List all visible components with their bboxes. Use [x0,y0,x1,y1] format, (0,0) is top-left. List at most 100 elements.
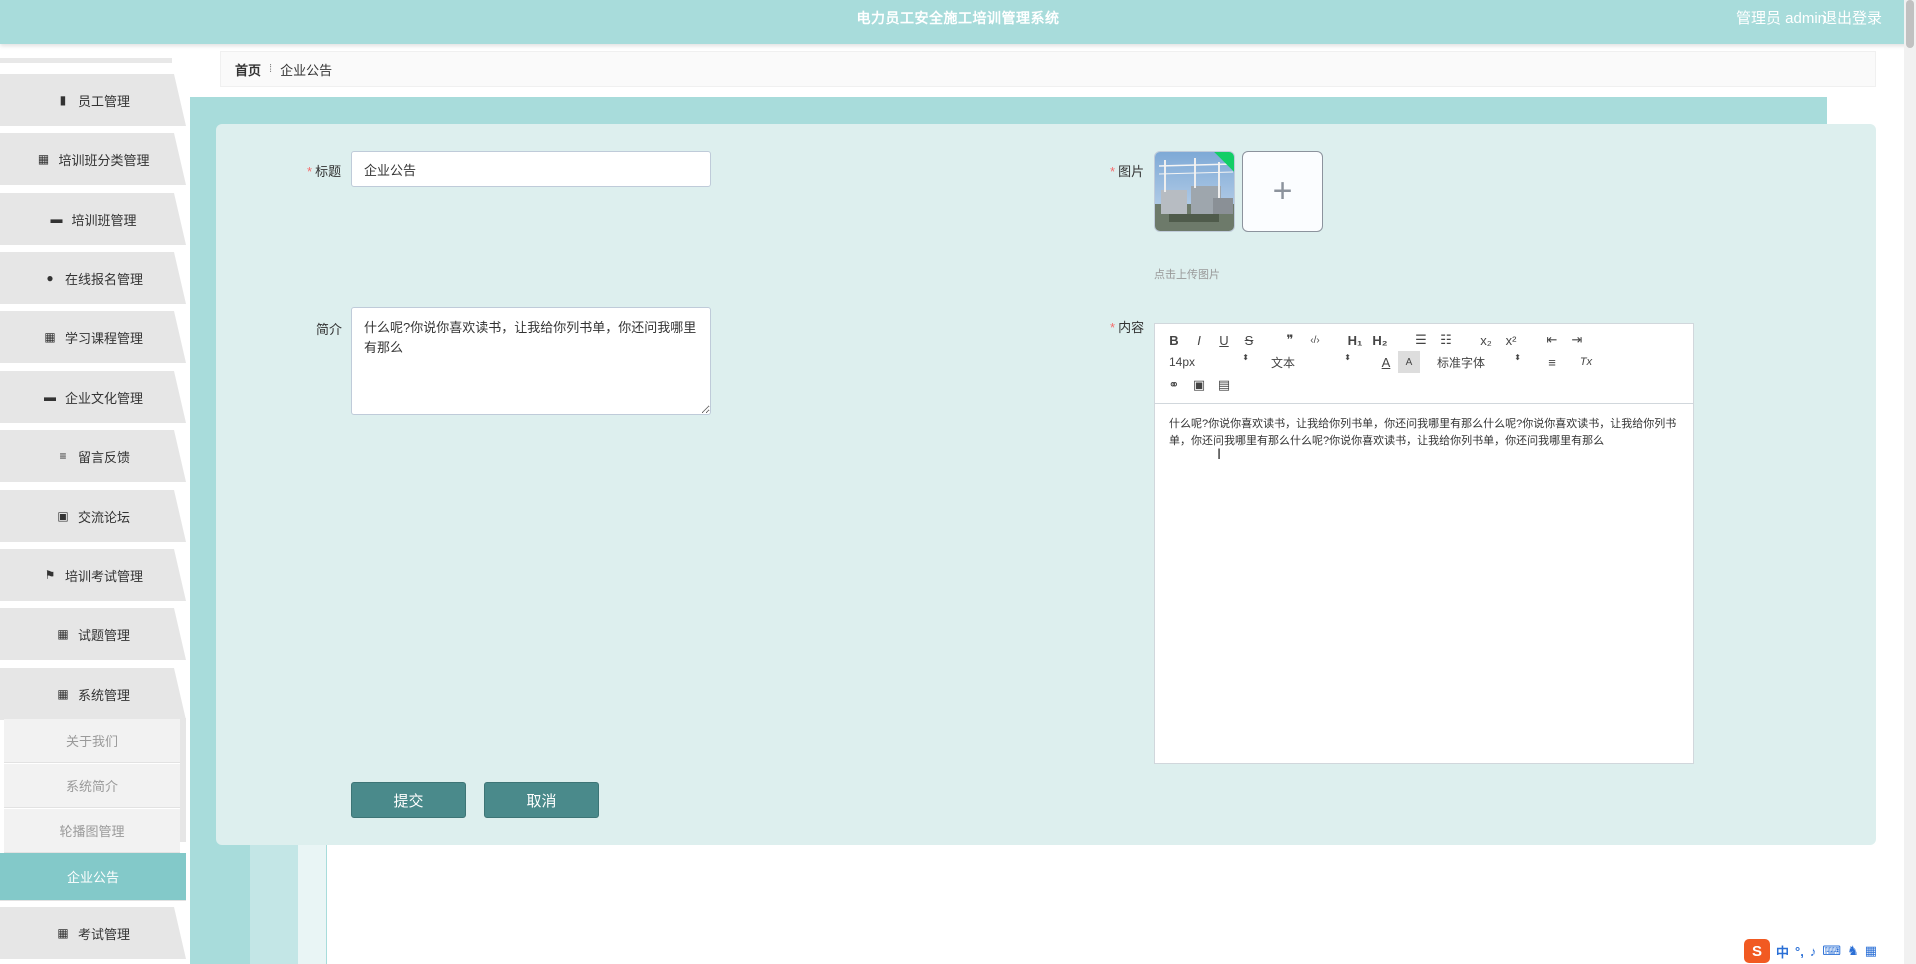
sidebar-item-label: 考试管理 [77,926,130,942]
current-user: 管理员 admin [1735,10,1826,27]
flag-icon: ⚑ [44,568,56,582]
indent-button[interactable]: ⇥ [1566,329,1588,351]
page-scrollbar[interactable] [1904,0,1916,964]
image-label: * 图片 [1110,164,1145,179]
bar-chart-icon: ▮ [59,93,67,107]
keyboard-icon[interactable]: ⌨ [1822,943,1841,959]
font-size-select[interactable]: 14px ⬍ [1169,351,1249,373]
title-input[interactable] [351,151,711,187]
grid-icon: ▦ [44,330,56,344]
sidebar-item-label: 交流论坛 [77,509,130,525]
subscript-button[interactable]: x₂ [1475,329,1497,351]
grid-icon: ▦ [37,152,50,166]
select-arrow-icon: ⬍ [1514,353,1521,362]
top-bar: 电力员工安全施工培训管理系统 管理员 admin 退出登录 [0,0,1916,44]
monitor-icon: ▬ [43,390,56,404]
sidebar-item-course[interactable]: ▦ 学习课程管理 [0,311,186,363]
sidebar-item-label: 试题管理 [77,627,130,643]
editor-toolbar: B I U S ❞ ‹/› H₁ H₂ ☰ ☷ x₂ x² ⇤ ⇥ 14px ⬍ … [1155,324,1693,404]
logout-link[interactable]: 退出登录 [1822,7,1882,28]
video-button[interactable]: ▤ [1213,374,1235,396]
sidebar-item-registration[interactable]: ● 在线报名管理 [0,252,186,304]
bullet-list-button[interactable]: ☷ [1435,329,1457,351]
decor-stripe [250,840,298,964]
blockquote-button[interactable]: ❞ [1279,329,1301,351]
substation-photo [1155,152,1234,231]
submenu-item-announcement[interactable]: 企业公告 [0,853,186,901]
submenu-item-about[interactable]: 关于我们 [4,719,180,763]
header1-button[interactable]: H₁ [1344,329,1366,351]
text-color-button[interactable]: A [1375,351,1397,373]
header2-button[interactable]: H₂ [1369,329,1391,351]
content-label: * 内容 [1110,320,1145,335]
sidebar-item-system[interactable]: ▦ 系统管理 [0,668,186,720]
sidebar-item-training-class[interactable]: ▬ 培训班管理 [0,193,186,245]
intro-textarea[interactable]: 什么呢?你说你喜欢读书，让我给你列书单，你还问我哪里有那么 [351,307,711,415]
sidebar-item-exam-training[interactable]: ⚑ 培训考试管理 [0,549,186,601]
sidebar-item-culture[interactable]: ▬ 企业文化管理 [0,371,186,423]
bold-button[interactable]: B [1163,329,1185,351]
decor-stripe [190,97,1827,127]
ime-tools-icon[interactable]: ▦ [1865,943,1877,959]
select-arrow-icon: ⬍ [1344,353,1351,362]
clean-format-button[interactable]: Tx [1575,351,1597,373]
breadcrumb-current: 企业公告 [280,62,333,78]
scrollbar-thumb[interactable] [1906,0,1914,48]
sidebar-item-label: 在线报名管理 [64,271,143,287]
editor-content[interactable]: 什么呢?你说你喜欢读书，让我给你列书单，你还问我哪里有那么什么呢?你说你喜欢读书… [1155,404,1693,462]
sidebar-item-label: 学习课程管理 [64,330,143,346]
image-upload-button[interactable]: + [1242,151,1323,232]
background-color-button[interactable]: A [1398,351,1420,373]
sogou-logo-icon[interactable]: S [1744,939,1770,963]
sidebar-item-forum[interactable]: ▣ 交流论坛 [0,490,186,542]
sidebar-item-feedback[interactable]: ≡ 留言反馈 [0,430,186,482]
superscript-button[interactable]: x² [1500,329,1522,351]
ime-chinese-mode[interactable]: 中 [1776,942,1789,961]
header-select[interactable]: 文本 ⬍ [1271,351,1351,373]
sidebar-item-label: 员工管理 [77,93,130,109]
sidebar-item-label: 培训班管理 [71,212,137,228]
user-icon: ● [46,271,54,285]
sidebar-item-label: 留言反馈 [77,449,130,465]
content-editor[interactable]: B I U S ❞ ‹/› H₁ H₂ ☰ ☷ x₂ x² ⇤ ⇥ 14px ⬍ … [1154,323,1694,764]
sidebar-item-label: 培训考试管理 [64,568,143,584]
cancel-button[interactable]: 取消 [484,782,599,818]
uploaded-image-thumbnail[interactable] [1154,151,1235,232]
code-block-button[interactable]: ‹/› [1304,329,1326,351]
clipboard-icon: ▣ [57,509,69,523]
breadcrumb-home[interactable]: 首页 [235,60,261,79]
select-arrow-icon: ⬍ [1242,353,1249,362]
skin-icon[interactable]: ♞ [1847,943,1859,959]
sidebar-item-class-category[interactable]: ▦ 培训班分类管理 [0,133,186,185]
submenu-item-intro[interactable]: 系统简介 [4,764,180,808]
decor-stripe [298,845,326,964]
strike-button[interactable]: S [1238,329,1260,351]
align-button[interactable]: ≡ [1541,351,1563,373]
ime-toolbar[interactable]: S 中 °, ♪ ⌨ ♞ ▦ [1740,938,1916,964]
text-cursor-icon: Ⅰ [1217,446,1222,462]
link-button[interactable]: ⚭ [1163,374,1185,396]
sidebar-item-questions[interactable]: ▦ 试题管理 [0,608,186,660]
sidebar-divider [0,58,172,63]
submit-button[interactable]: 提交 [351,782,466,818]
outdent-button[interactable]: ⇤ [1541,329,1563,351]
ordered-list-button[interactable]: ☰ [1410,329,1432,351]
title-label: * 标题 [307,164,342,179]
breadcrumb-separator: ⁞ [269,63,273,75]
font-family-select[interactable]: 标准字体 ⬍ [1437,351,1521,373]
submenu-rail [180,718,186,842]
required-mark: * [1110,320,1116,335]
italic-button[interactable]: I [1188,329,1210,351]
image-button[interactable]: ▣ [1188,374,1210,396]
sidebar-item-exam[interactable]: ▦ 考试管理 [0,907,186,959]
underline-button[interactable]: U [1213,329,1235,351]
microphone-icon[interactable]: ♪ [1810,944,1817,959]
ime-punctuation-icon[interactable]: °, [1795,944,1804,959]
required-mark: * [307,164,313,179]
sidebar-item-employee[interactable]: ▮ 员工管理 [0,74,186,126]
app-title: 电力员工安全施工培训管理系统 [856,10,1060,26]
list-icon: ≡ [59,449,67,463]
comment-icon: ▬ [50,212,63,226]
submenu-item-carousel[interactable]: 轮播图管理 [4,809,180,853]
grid-icon: ▦ [57,627,69,641]
